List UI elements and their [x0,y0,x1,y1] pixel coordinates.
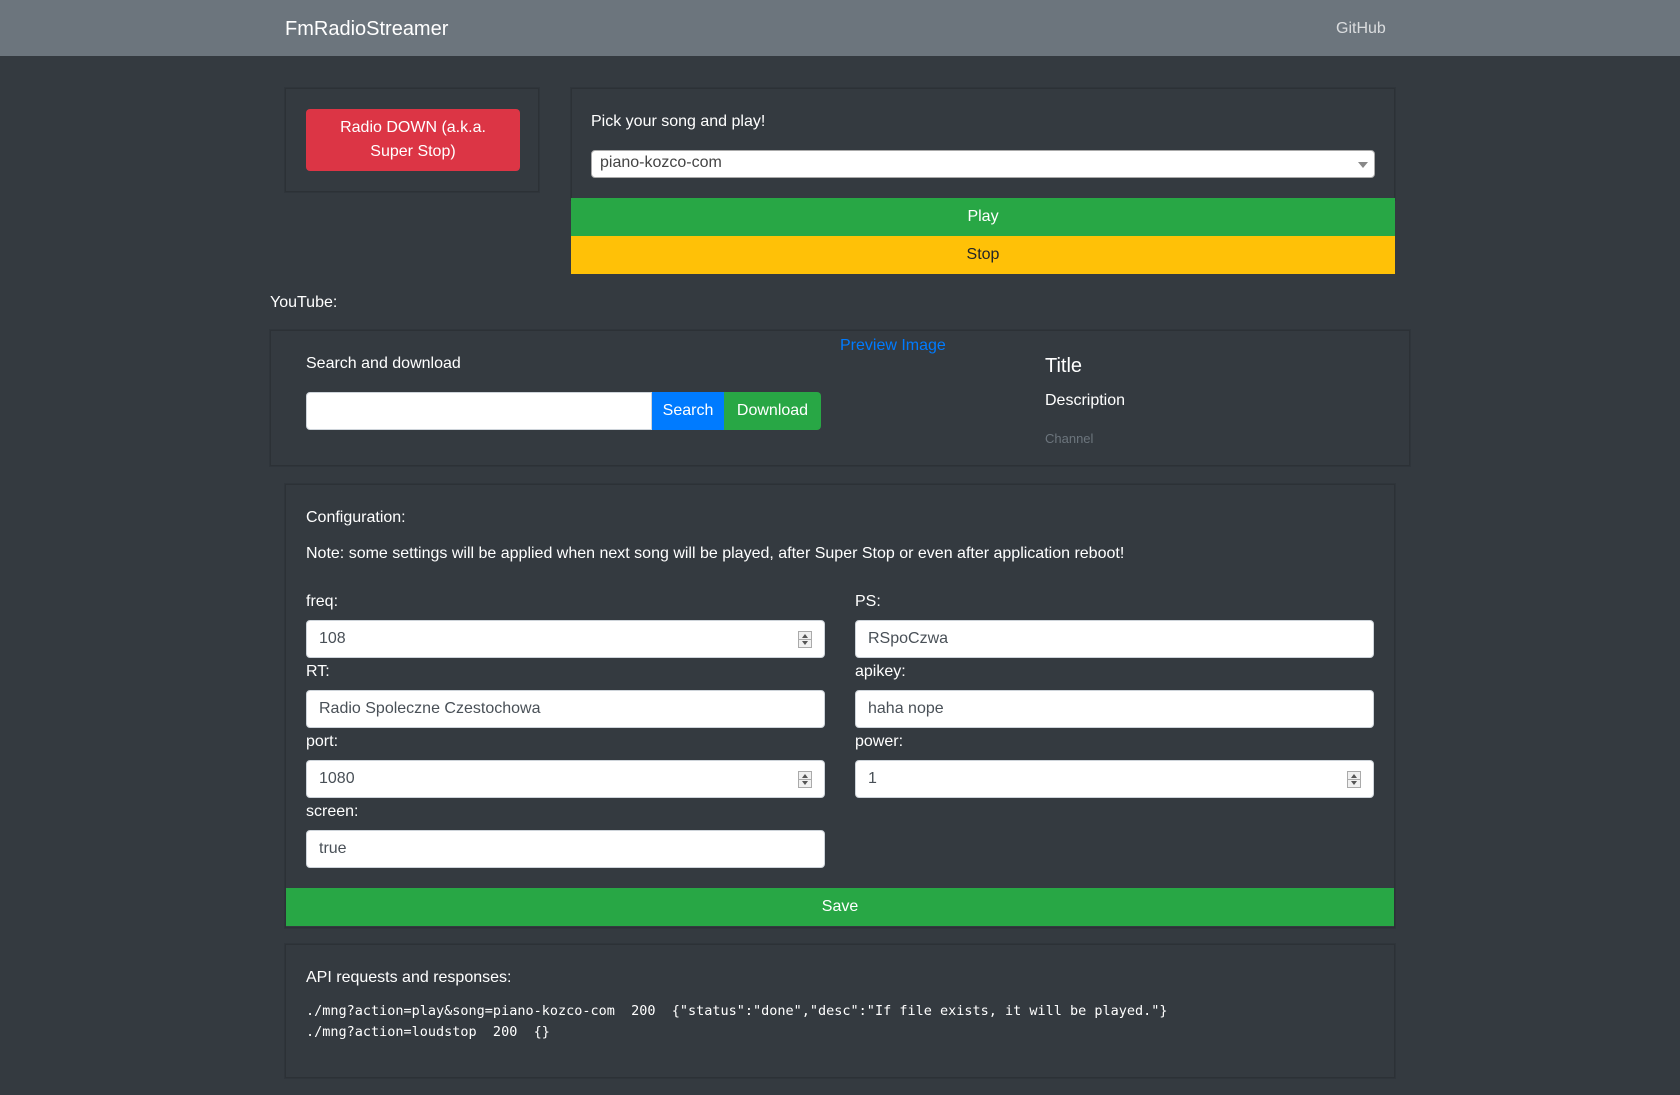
api-heading: API requests and responses: [306,969,512,986]
port-input[interactable]: 1080 [306,760,825,798]
api-log-line: ./mng?action=loudstop 200 {} [306,1024,550,1040]
github-link[interactable]: GitHub [1336,20,1386,38]
preview-image: Preview Image [840,337,946,354]
video-channel: Channel [1045,431,1094,446]
freq-input[interactable]: 108 [306,620,825,658]
config-card: Configuration: Note: some settings will … [285,484,1395,928]
config-note: Note: some settings will be applied when… [306,545,1125,562]
power-label: power: [855,733,904,750]
youtube-card: Search and download Search Download Prev… [270,330,1410,466]
screen-value: true [319,840,347,857]
power-value: 1 [868,770,877,787]
ps-label: PS: [855,593,881,610]
song-select-value: piano-kozco-com [600,154,722,171]
video-description: Description [1045,392,1126,409]
freq-label: freq: [306,593,339,610]
play-button[interactable]: Play [571,198,1395,236]
ps-input[interactable]: RSpoCzwa [855,620,1374,658]
apikey-label: apikey: [855,663,906,680]
video-title: Title [1045,355,1083,377]
config-heading: Configuration: [306,509,406,526]
apikey-value: haha nope [868,700,944,717]
rt-label: RT: [306,663,330,680]
rt-value: Radio Spoleczne Czestochowa [319,700,541,717]
player-card: Pick your song and play! piano-kozco-com [571,88,1395,200]
song-select[interactable]: piano-kozco-com [591,150,1375,178]
super-stop-button[interactable]: Radio DOWN (a.k.a. Super Stop) [306,109,520,171]
navbar: FmRadioStreamer GitHub [0,0,1680,56]
ps-value: RSpoCzwa [868,630,949,647]
port-value: 1080 [319,770,355,787]
search-button[interactable]: Search [652,392,724,430]
chevron-down-icon [1358,162,1368,168]
freq-value: 108 [319,630,346,647]
apikey-input[interactable]: haha nope [855,690,1374,728]
player-heading: Pick your song and play! [591,113,766,130]
navbar-brand[interactable]: FmRadioStreamer [285,18,448,41]
super-stop-card: Radio DOWN (a.k.a. Super Stop) [285,88,539,192]
download-button[interactable]: Download [724,392,821,430]
youtube-label: YouTube: [270,294,338,311]
screen-input[interactable]: true [306,830,825,868]
save-button[interactable]: Save [286,888,1394,926]
youtube-search-input[interactable] [306,392,652,430]
stepper-icon[interactable] [798,771,812,788]
port-label: port: [306,733,339,750]
stepper-icon[interactable] [798,631,812,648]
power-input[interactable]: 1 [855,760,1374,798]
api-log-line: ./mng?action=play&song=piano-kozco-com 2… [306,1003,1168,1019]
screen-label: screen: [306,803,359,820]
stepper-icon[interactable] [1347,771,1361,788]
stop-button[interactable]: Stop [571,236,1395,274]
rt-input[interactable]: Radio Spoleczne Czestochowa [306,690,825,728]
api-log-card: API requests and responses: ./mng?action… [285,944,1395,1078]
search-heading: Search and download [306,355,461,372]
